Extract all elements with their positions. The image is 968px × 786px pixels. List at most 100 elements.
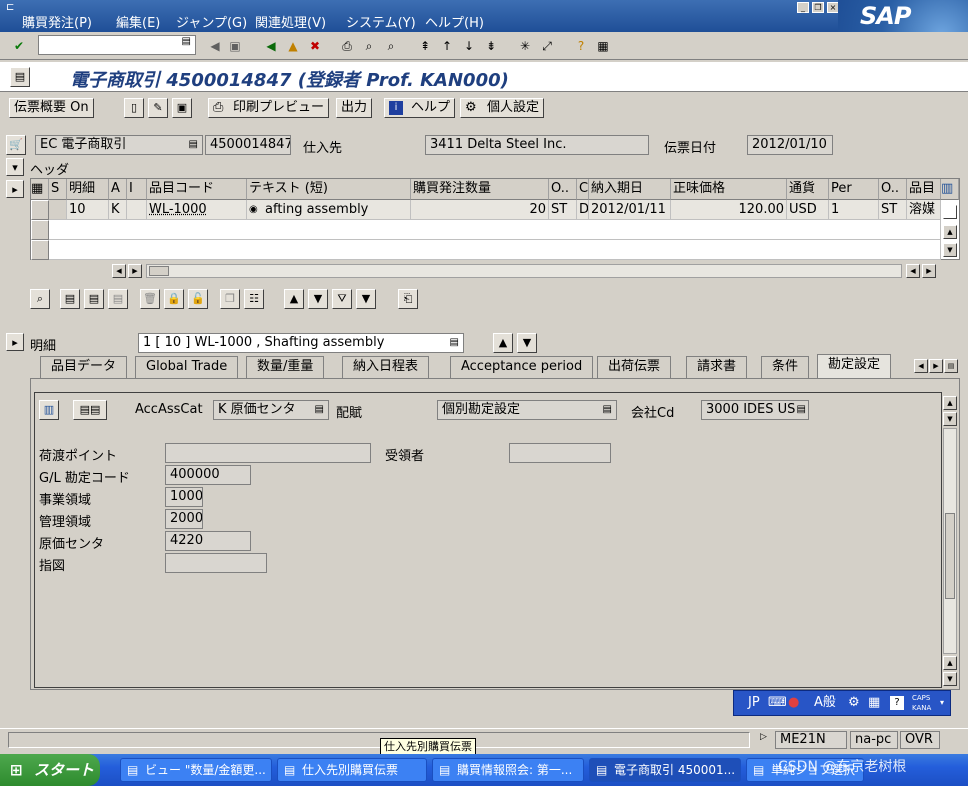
ime-lang[interactable]: JP — [748, 691, 760, 715]
multiple-account-icon[interactable]: ▥ — [39, 400, 59, 420]
business-area-field[interactable]: 1000 — [165, 487, 203, 507]
column-header[interactable]: 正味価格 — [671, 179, 787, 200]
status-toggle-icon[interactable]: ▷ — [760, 732, 767, 742]
personal-settings-button[interactable]: ⚙ 個人設定 — [460, 98, 545, 118]
taskbar-item[interactable]: ▤ 電子商取引 450001... — [589, 758, 741, 782]
taskbar-item[interactable]: ▤ 仕入先別購買伝票 — [277, 758, 427, 782]
cell[interactable]: 1 — [829, 200, 879, 220]
scroll-down-icon[interactable]: ▼ — [943, 412, 957, 426]
row-selector[interactable] — [31, 200, 49, 220]
column-header[interactable]: 購買発注数量 — [411, 179, 549, 200]
tab-delivery-docs[interactable]: 出荷伝票 — [597, 356, 672, 378]
first-page-icon[interactable]: ⇞ — [416, 37, 434, 55]
company-select[interactable]: 3000 IDES US ▤ — [701, 400, 809, 420]
cancel-icon[interactable]: ✖ — [306, 37, 324, 55]
start-button[interactable]: ⊞ スタート — [0, 754, 100, 786]
order-field[interactable] — [165, 553, 267, 573]
doc-overview-button[interactable]: 伝票概要 On — [9, 98, 94, 118]
print-preview-button[interactable]: ⎙ 印刷プレビュー — [208, 98, 330, 118]
dictionary-icon[interactable]: ▦ — [868, 691, 880, 715]
layout-icon[interactable]: ▦ — [594, 37, 612, 55]
print-icon[interactable]: ⎙ — [338, 37, 356, 55]
scroll-thumb[interactable] — [149, 266, 169, 276]
scroll-right-icon[interactable]: ▶ — [128, 264, 142, 278]
column-header[interactable]: Per — [829, 179, 879, 200]
scroll-thumb[interactable] — [945, 513, 955, 599]
scroll-up-icon[interactable]: ▲ — [943, 225, 957, 239]
items-toggle-icon[interactable]: ▸ — [6, 180, 24, 198]
command-field[interactable]: ▤ — [38, 35, 196, 55]
recipient-field[interactable] — [509, 443, 611, 463]
dropdown-icon[interactable]: ▤ — [182, 36, 191, 47]
doc-date-field[interactable]: 2012/01/10 — [747, 135, 833, 155]
cart-icon[interactable]: 🛒 — [6, 135, 26, 155]
menu-edit[interactable]: 編集(E) — [116, 12, 160, 31]
tab-conditions[interactable]: 条件 — [761, 356, 810, 378]
ime-language-bar[interactable]: JP ⌨ ● A般 ⚙ ▦ ? CAPS KANA ▾ — [733, 690, 951, 716]
empty-row[interactable] — [49, 220, 941, 240]
tab-scroll-right-icon[interactable]: ▶ — [929, 359, 943, 373]
column-header[interactable]: 納入期日 — [589, 179, 671, 200]
back-icon[interactable]: ◀ — [262, 37, 280, 55]
object-services-icon[interactable]: ▤ — [10, 67, 30, 87]
window-icon[interactable]: ⊏ — [6, 2, 14, 13]
scroll-up-icon[interactable]: ▲ — [943, 656, 957, 670]
column-header[interactable]: 品目コード — [147, 179, 247, 200]
cell[interactable]: 2012/01/11 — [589, 200, 671, 220]
distribution-select[interactable]: 個別勘定設定 ▤ — [437, 400, 617, 420]
delete-icon[interactable]: 🗑 — [140, 289, 160, 309]
gl-account-field[interactable]: 400000 — [165, 465, 251, 485]
header-toggle-icon[interactable]: ▾ — [6, 158, 24, 176]
vendor-field[interactable]: 3411 Delta Steel Inc. — [425, 135, 649, 155]
menu-system[interactable]: システム(Y) — [346, 12, 416, 31]
copy-icon[interactable]: ❐ — [220, 289, 240, 309]
cell[interactable]: 120.00 — [671, 200, 787, 220]
column-header[interactable]: O.. — [879, 179, 907, 200]
scroll-left-icon[interactable]: ◀ — [906, 264, 920, 278]
unloading-point-field[interactable] — [165, 443, 371, 463]
menu-environment[interactable]: 関連処理(V) — [255, 12, 326, 31]
item-down-icon[interactable]: ▼ — [517, 333, 537, 353]
sort-asc-icon[interactable]: ▲ — [284, 289, 304, 309]
find-next-icon[interactable]: ⌕ — [382, 37, 400, 55]
ime-pad-icon[interactable]: ● — [788, 691, 799, 715]
taskbar-item[interactable]: ▤ 購買情報照会: 第一... — [432, 758, 584, 782]
cost-center-field[interactable]: 4220 — [165, 531, 251, 551]
scroll-down-icon[interactable]: ▼ — [943, 243, 957, 257]
tab-material-data[interactable]: 品目データ — [40, 356, 128, 378]
cell[interactable]: 溶媒 — [907, 200, 941, 220]
new-session-icon[interactable]: ✳ — [516, 37, 534, 55]
help-icon[interactable]: ? — [890, 696, 904, 710]
column-header[interactable]: 明細 — [67, 179, 109, 200]
options-icon[interactable]: ▾ — [940, 691, 944, 715]
cell[interactable]: 10 — [67, 200, 109, 220]
horizontal-scrollbar[interactable] — [146, 264, 902, 278]
column-header[interactable]: テキスト (短) — [247, 179, 411, 200]
account-details-icon[interactable]: ▤▤ — [73, 400, 107, 420]
tab-list-icon[interactable]: ▤ — [944, 359, 958, 373]
sort-desc-icon[interactable]: ▼ — [356, 289, 376, 309]
doc-number-field[interactable]: 4500014847 — [205, 135, 291, 155]
cell[interactable]: ST — [549, 200, 577, 220]
empty-row[interactable] — [49, 240, 941, 260]
prev-page-icon[interactable]: ↑ — [438, 37, 456, 55]
column-header[interactable]: 通貨 — [787, 179, 829, 200]
collapse-icon[interactable]: ◀ — [206, 37, 224, 55]
menu-purchase-order[interactable]: 購買発注(P) — [22, 12, 92, 31]
other-document-icon[interactable]: ▣ — [172, 98, 192, 118]
tab-invoice[interactable]: 請求書 — [686, 356, 748, 378]
cell[interactable] — [127, 200, 147, 220]
tab-quantity-weight[interactable]: 数量/重量 — [246, 356, 325, 378]
cell[interactable]: USD — [787, 200, 829, 220]
select-all-icon[interactable]: ▤ — [60, 289, 80, 309]
scroll-left-icon[interactable]: ◀ — [112, 264, 126, 278]
cell[interactable]: WL-1000 — [147, 200, 247, 220]
taskbar-item[interactable]: ▤ ビュー "数量/金額更... — [120, 758, 272, 782]
column-header[interactable]: A — [109, 179, 127, 200]
table-settings-icon[interactable]: ▥ — [941, 179, 959, 200]
tab-delivery-schedule[interactable]: 納入日程表 — [342, 356, 430, 378]
row-selector[interactable] — [31, 220, 49, 240]
ime-mode[interactable]: A般 — [814, 691, 836, 715]
row-selector[interactable] — [31, 240, 49, 260]
tab-global-trade[interactable]: Global Trade — [135, 356, 239, 378]
